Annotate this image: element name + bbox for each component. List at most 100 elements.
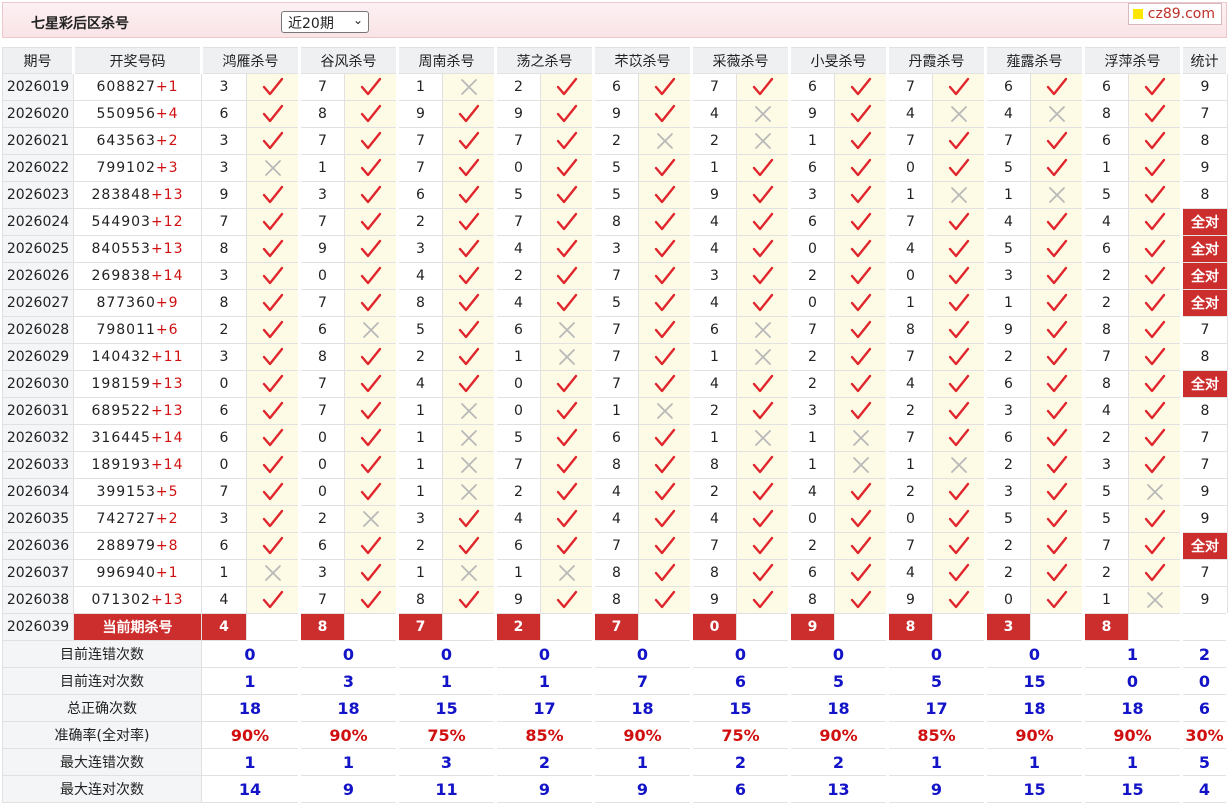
result-cell: [932, 532, 987, 560]
result-cell: [638, 586, 693, 614]
draw-extra: +5: [155, 484, 179, 500]
result-cell: [246, 235, 301, 263]
col-expert: 谷风杀号: [299, 47, 399, 74]
summary-value: 13: [789, 775, 889, 803]
cross-icon: [1144, 484, 1166, 500]
check-icon: [1046, 401, 1068, 420]
stat-cell: 8: [1181, 397, 1228, 425]
check-icon: [458, 266, 480, 285]
result-cell: [344, 181, 399, 209]
col-expert: 丹霞杀号: [887, 47, 987, 74]
table-row: 2026025 840553+13 8 9 3 4 3 4 0 4 5 6 全对: [2, 235, 1228, 263]
result-cell: [932, 370, 987, 398]
result-cell: [442, 289, 497, 317]
check-icon: [262, 131, 284, 150]
kill-number-cell: 4: [1083, 208, 1129, 236]
kill-number-table: 期号 开奖号码 鸿雁杀号 谷风杀号 周南杀号 荡之杀号 芣苡杀号 采薇杀号 小旻…: [2, 47, 1229, 803]
result-cell: [638, 370, 693, 398]
kill-number-cell: 2: [397, 208, 443, 236]
result-cell: [932, 208, 987, 236]
result-cell: [638, 235, 693, 263]
table-row: 2026026 269838+14 3 0 4 2 7 3 2 0 3 2 全对: [2, 262, 1228, 290]
kill-number-cell: 3: [201, 154, 247, 182]
kill-number-cell: 3: [985, 397, 1031, 425]
result-cell: [442, 559, 497, 587]
kill-number-cell: 8: [593, 451, 639, 479]
draw-number-cell: 288979+8: [73, 532, 202, 560]
kill-number-cell: 1: [887, 289, 933, 317]
stat-cell: 7: [1181, 559, 1228, 587]
kill-number-cell: 2: [1083, 289, 1129, 317]
result-cell: [1128, 451, 1183, 479]
result-cell: [344, 505, 399, 533]
result-cell: [834, 100, 889, 128]
check-icon: [1144, 293, 1166, 312]
kill-number-cell: 3: [201, 73, 247, 101]
check-icon: [360, 482, 382, 501]
cross-icon: [948, 187, 970, 203]
kill-number-cell: 0: [887, 154, 933, 182]
result-cell: [344, 559, 399, 587]
summary-value: 15: [985, 775, 1085, 803]
draw-extra: +1: [155, 565, 179, 581]
result-cell: [1128, 208, 1183, 236]
check-icon: [1046, 482, 1068, 501]
brand-logo[interactable]: cz89.com: [1127, 3, 1222, 25]
result-cell: [932, 154, 987, 182]
draw-digits: 198159: [91, 376, 151, 392]
col-stat: 统计: [1181, 47, 1229, 74]
period-cell: 2026029: [2, 343, 74, 371]
period-range-select[interactable]: 近20期 ⌄: [281, 11, 369, 33]
check-icon: [850, 239, 872, 258]
check-icon: [1144, 77, 1166, 96]
kill-number-cell: 1: [397, 451, 443, 479]
kill-number-cell: 5: [593, 181, 639, 209]
check-icon: [458, 293, 480, 312]
result-cell: [246, 478, 301, 506]
period-cell: 2026020: [2, 100, 74, 128]
draw-number-cell: 840553+13: [73, 235, 202, 263]
stat-cell: 全对: [1181, 289, 1228, 317]
kill-number-cell: 7: [593, 532, 639, 560]
summary-value: 1: [985, 748, 1085, 776]
result-cell: [1128, 154, 1183, 182]
draw-digits: 877360: [96, 295, 156, 311]
stat-cell: 全对: [1181, 208, 1228, 236]
result-cell: [834, 289, 889, 317]
draw-digits: 799102: [96, 160, 156, 176]
draw-digits: 269838: [91, 268, 151, 284]
kill-number-cell: 3: [789, 181, 835, 209]
col-expert: 芣苡杀号: [593, 47, 693, 74]
check-icon: [360, 104, 382, 123]
draw-number-cell: 742727+2: [73, 505, 202, 533]
summary-value: 6: [691, 667, 791, 695]
result-cell: [540, 586, 595, 614]
result-cell: [736, 586, 791, 614]
kill-number-cell: 4: [691, 208, 737, 236]
result-cell: [442, 100, 497, 128]
draw-number-cell: 799102+3: [73, 154, 202, 182]
result-cell: [540, 73, 595, 101]
result-cell: [638, 451, 693, 479]
kill-number-cell: 6: [201, 100, 247, 128]
kill-number-cell: 3: [789, 397, 835, 425]
check-icon: [752, 563, 774, 582]
check-icon: [850, 509, 872, 528]
check-icon: [1046, 158, 1068, 177]
kill-number-cell: 3: [593, 235, 639, 263]
result-cell: [932, 127, 987, 155]
check-icon: [752, 401, 774, 420]
result-cell: [932, 505, 987, 533]
check-icon: [556, 428, 578, 447]
summary-label: 最大连错次数: [2, 748, 202, 776]
result-cell: [834, 235, 889, 263]
kill-number-cell: 6: [1083, 235, 1129, 263]
summary-value: 2: [691, 748, 791, 776]
stat-cell: 9: [1181, 505, 1228, 533]
summary-value: 90%: [789, 721, 889, 749]
result-cell: [638, 100, 693, 128]
check-icon: [1046, 509, 1068, 528]
summary-value: 1: [299, 748, 399, 776]
check-icon: [850, 536, 872, 555]
result-cell: [736, 370, 791, 398]
